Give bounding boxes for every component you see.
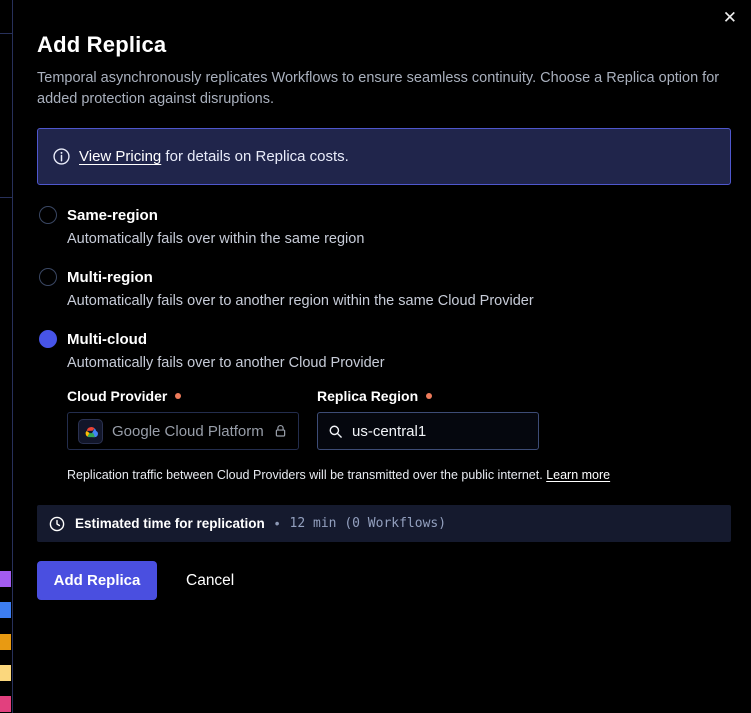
- dialog-title: Add Replica: [37, 32, 731, 58]
- pricing-info-banner: View Pricing for details on Replica cost…: [37, 128, 731, 185]
- option-multi-cloud: Multi-cloud Automatically fails over to …: [37, 330, 731, 482]
- view-pricing-link[interactable]: View Pricing: [79, 148, 161, 165]
- cloud-provider-value: Google Cloud Platform: [112, 423, 264, 440]
- radio-circle-icon-selected[interactable]: [39, 330, 57, 348]
- option-label: Multi-region: [67, 269, 153, 286]
- radio-circle-icon[interactable]: [39, 268, 57, 286]
- google-cloud-icon: [78, 419, 103, 444]
- clock-icon: [49, 516, 65, 532]
- radio-same-region[interactable]: Same-region: [37, 206, 731, 224]
- estimate-value: 12 min (0 Workflows): [290, 516, 447, 531]
- option-same-region: Same-region Automatically fails over wit…: [37, 206, 731, 247]
- replica-region-group: Replica Region us-central1: [317, 388, 539, 450]
- option-description: Automatically fails over to another Clou…: [67, 355, 731, 371]
- cloud-provider-label: Cloud Provider: [67, 388, 299, 404]
- estimate-bullet: •: [275, 516, 280, 531]
- estimate-label: Estimated time for replication: [75, 516, 265, 531]
- replica-region-value: us-central1: [352, 423, 426, 440]
- radio-multi-region[interactable]: Multi-region: [37, 268, 731, 286]
- background-color-chip: [0, 634, 11, 650]
- multi-cloud-form: Cloud Provider Google Cloud Platform: [67, 388, 731, 450]
- cloud-provider-group: Cloud Provider Google Cloud Platform: [67, 388, 299, 450]
- add-replica-button[interactable]: Add Replica: [37, 561, 157, 600]
- required-dot-icon: [426, 393, 432, 399]
- lock-icon: [273, 423, 288, 439]
- replica-region-label: Replica Region: [317, 388, 539, 404]
- learn-more-link[interactable]: Learn more: [546, 468, 610, 482]
- background-color-chip: [0, 665, 11, 681]
- background-color-chip: [0, 571, 11, 587]
- radio-circle-icon[interactable]: [39, 206, 57, 224]
- pricing-banner-text: View Pricing for details on Replica cost…: [79, 148, 349, 165]
- add-replica-dialog: ✕ Add Replica Temporal asynchronously re…: [13, 0, 751, 713]
- cloud-provider-select: Google Cloud Platform: [67, 412, 299, 450]
- option-multi-region: Multi-region Automatically fails over to…: [37, 268, 731, 309]
- radio-multi-cloud[interactable]: Multi-cloud: [37, 330, 731, 348]
- option-label: Same-region: [67, 207, 158, 224]
- background-row-line: [0, 197, 12, 198]
- background-row-line: [0, 33, 12, 34]
- cancel-button[interactable]: Cancel: [186, 572, 234, 590]
- background-color-chip: [0, 602, 11, 618]
- background-color-chip: [0, 696, 11, 712]
- dialog-description: Temporal asynchronously replicates Workf…: [37, 68, 731, 110]
- option-label: Multi-cloud: [67, 331, 147, 348]
- public-internet-note: Replication traffic between Cloud Provid…: [67, 468, 731, 482]
- info-icon: [53, 148, 70, 165]
- option-description: Automatically fails over to another regi…: [67, 293, 731, 309]
- search-icon: [328, 424, 343, 439]
- replica-region-input[interactable]: us-central1: [317, 412, 539, 450]
- close-icon[interactable]: ✕: [719, 6, 741, 31]
- required-dot-icon: [175, 393, 181, 399]
- option-description: Automatically fails over within the same…: [67, 231, 731, 247]
- dialog-actions: Add Replica Cancel: [37, 561, 731, 600]
- estimated-time-banner: Estimated time for replication • 12 min …: [37, 505, 731, 542]
